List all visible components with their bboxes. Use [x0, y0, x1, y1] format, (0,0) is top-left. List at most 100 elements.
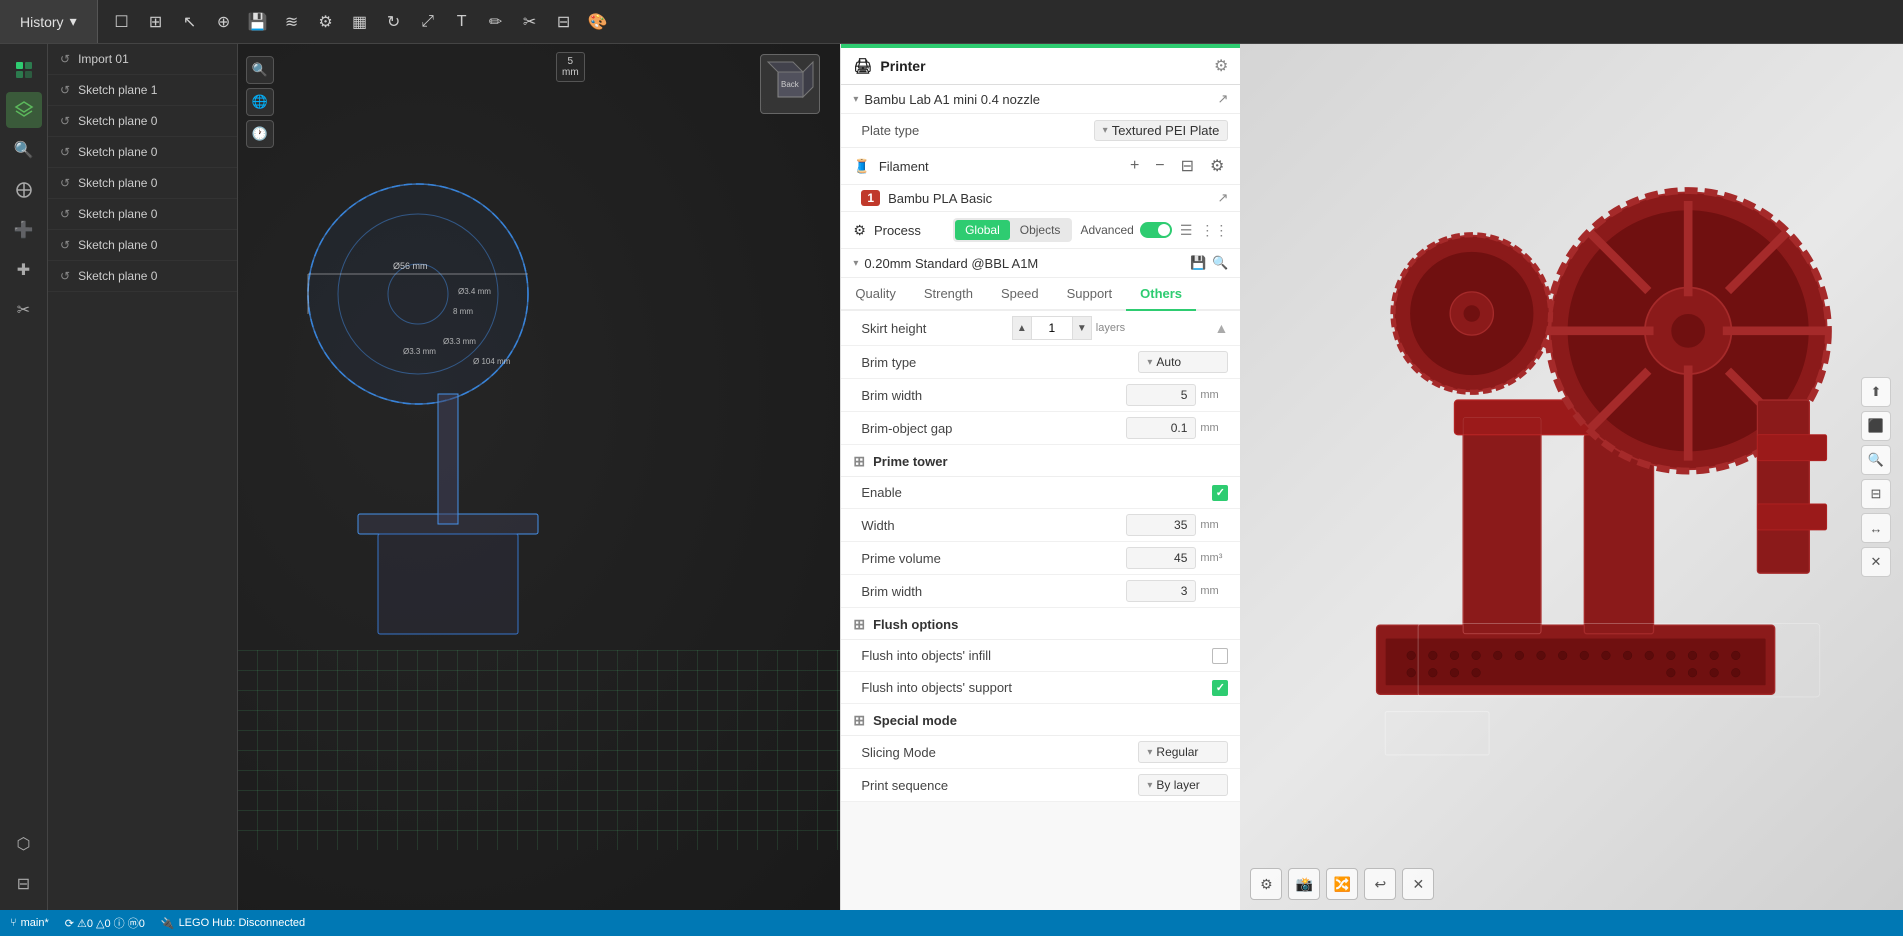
flush-support-checkbox[interactable] [1212, 680, 1228, 696]
prime-volume-input[interactable] [1126, 547, 1196, 569]
tab-objects[interactable]: Objects [1010, 220, 1071, 240]
history-tab[interactable]: History ▾ [0, 0, 98, 43]
advanced-toggle[interactable] [1140, 222, 1172, 238]
toolbar-icon-12[interactable]: ✏ [480, 6, 512, 38]
slicing-mode-dropdown[interactable]: ▾ Regular [1138, 741, 1228, 763]
history-item-2[interactable]: ↺ Sketch plane 0 [48, 106, 237, 137]
vp-ctrl-globe[interactable]: 🌐 [246, 88, 274, 116]
history-item-3[interactable]: ↺ Sketch plane 0 [48, 137, 237, 168]
tab-support[interactable]: Support [1053, 278, 1127, 311]
toolbar-icon-8[interactable]: ▦ [344, 6, 376, 38]
sidebar-icon-cut[interactable]: ✂ [6, 292, 42, 328]
history-item-6[interactable]: ↺ Sketch plane 0 [48, 230, 237, 261]
sidebar-icon-logo[interactable] [6, 52, 42, 88]
sidebar-icon-layers[interactable] [6, 92, 42, 128]
tab-strength[interactable]: Strength [910, 278, 987, 311]
vp-bottom-btn-1[interactable]: ⚙ [1250, 868, 1282, 900]
filament-actions: + − ⊟ ⚙ [1126, 154, 1228, 178]
viewport-controls-left: 🔍 🌐 🕐 [246, 56, 274, 148]
sidebar-icon-add[interactable]: ➕ [6, 212, 42, 248]
tab-others[interactable]: Others [1126, 278, 1196, 311]
skirt-height-down[interactable]: ▼ [1072, 316, 1092, 340]
vp-right-btn-2[interactable]: ⬛ [1861, 411, 1891, 441]
history-item-4[interactable]: ↺ Sketch plane 0 [48, 168, 237, 199]
plate-type-selector[interactable]: ▾ Textured PEI Plate [1094, 120, 1229, 141]
toolbar-icon-10[interactable]: ⤢ [412, 6, 444, 38]
prime-brim-width-input[interactable] [1126, 580, 1196, 602]
prime-brim-width-unit: mm [1200, 585, 1228, 597]
prime-volume-row: Prime volume mm³ [841, 542, 1240, 575]
tab-speed[interactable]: Speed [987, 278, 1053, 311]
prime-volume-unit: mm³ [1200, 552, 1228, 564]
vp-right-btn-1[interactable]: ⬆ [1861, 377, 1891, 407]
toolbar-icon-11[interactable]: T [446, 6, 478, 38]
flush-infill-row: Flush into objects' infill [841, 640, 1240, 672]
prime-tower-section: ⊞ Prime tower [841, 445, 1240, 477]
status-icons: ⟳ ⚠0 △0 ⓘ ⓜ0 [65, 915, 145, 931]
sidebar-icon-move[interactable]: ✚ [6, 252, 42, 288]
toolbar-icon-9[interactable]: ↻ [378, 6, 410, 38]
history-item-0[interactable]: ↺ Import 01 [48, 44, 237, 75]
printer-header: 🖨 Printer ⚙ [841, 48, 1240, 85]
brim-type-dropdown[interactable]: ▾ Auto [1138, 351, 1228, 373]
vp-bottom-btn-5[interactable]: ✕ [1402, 868, 1434, 900]
process-list-icon[interactable]: ☰ [1180, 222, 1193, 239]
flush-section-label: Flush options [873, 617, 958, 632]
enable-checkbox[interactable] [1212, 485, 1228, 501]
filament-copy-btn[interactable]: ⊟ [1177, 154, 1198, 178]
skirt-height-input[interactable] [1032, 316, 1072, 340]
status-branch: ⑂ main* [10, 917, 49, 929]
sidebar-icon-bottom2[interactable]: ⊟ [6, 866, 42, 902]
toolbar-icon-7[interactable]: ⚙ [310, 6, 342, 38]
brim-width-input[interactable] [1126, 384, 1196, 406]
skirt-collapse-btn[interactable]: ▲ [1215, 320, 1229, 336]
width-input[interactable] [1126, 514, 1196, 536]
vp-ctrl-search[interactable]: 🔍 [246, 56, 274, 84]
sidebar-icon-bottom1[interactable]: ⬡ [6, 826, 42, 862]
vp-right-btn-6[interactable]: ✕ [1861, 547, 1891, 577]
brim-object-gap-input[interactable] [1126, 417, 1196, 439]
filament-settings-btn[interactable]: ⚙ [1206, 154, 1228, 178]
toolbar-icon-6[interactable]: ≋ [276, 6, 308, 38]
printer-settings-icon[interactable]: ⚙ [1214, 56, 1228, 76]
toolbar-icon-13[interactable]: ✂ [514, 6, 546, 38]
filament-add-btn[interactable]: + [1126, 155, 1143, 177]
flush-infill-checkbox[interactable] [1212, 648, 1228, 664]
process-more-icon[interactable]: ⋮⋮ [1200, 222, 1228, 239]
print-seq-label: Print sequence [853, 778, 948, 793]
skirt-height-up[interactable]: ▲ [1012, 316, 1032, 340]
toolbar-icon-1[interactable]: ☐ [106, 6, 138, 38]
filament-remove-btn[interactable]: − [1151, 155, 1168, 177]
toolbar-icon-2[interactable]: ⊞ [140, 6, 172, 38]
printer-model-export-icon[interactable]: ↗ [1217, 91, 1228, 107]
tab-global[interactable]: Global [955, 220, 1010, 240]
history-item-5[interactable]: ↺ Sketch plane 0 [48, 199, 237, 230]
vp-right-btn-4[interactable]: ⊟ [1861, 479, 1891, 509]
vp-right-btn-3[interactable]: 🔍 [1861, 445, 1891, 475]
filament-export-icon[interactable]: ↗ [1217, 190, 1228, 206]
profile-save-icon[interactable]: 💾 [1190, 255, 1206, 271]
profile-search-icon[interactable]: 🔍 [1212, 255, 1228, 271]
vp-bottom-btn-4[interactable]: ↩ [1364, 868, 1396, 900]
vp-right-btn-5[interactable]: ↔ [1861, 513, 1891, 543]
toolbar-icon-5[interactable]: 💾 [242, 6, 274, 38]
sidebar-icon-transform[interactable] [6, 172, 42, 208]
history-item-1[interactable]: ↺ Sketch plane 1 [48, 75, 237, 106]
viewport-left[interactable]: Ø56 mm Ø3.4 mm 8 mm Ø3.3 mm Ø3.3 mm Ø 10… [238, 44, 840, 910]
tab-quality[interactable]: Quality [841, 278, 909, 311]
prime-brim-width-label: Brim width [853, 584, 922, 599]
toolbar-icon-14[interactable]: ⊟ [548, 6, 580, 38]
nav-cube[interactable]: Back [760, 54, 820, 114]
vp-ctrl-history[interactable]: 🕐 [246, 120, 274, 148]
vp-bottom-btn-3[interactable]: 🔀 [1326, 868, 1358, 900]
print-seq-dropdown[interactable]: ▾ By layer [1138, 774, 1228, 796]
vp-bottom-btn-2[interactable]: 📸 [1288, 868, 1320, 900]
toolbar-icon-4[interactable]: ⊕ [208, 6, 240, 38]
brim-width-label: Brim width [853, 388, 922, 403]
sidebar-icon-search[interactable]: 🔍 [6, 132, 42, 168]
history-item-7[interactable]: ↺ Sketch plane 0 [48, 261, 237, 292]
toolbar-icon-15[interactable]: 🎨 [582, 6, 614, 38]
viewport-right[interactable]: ⬆ ⬛ 🔍 ⊟ ↔ ✕ ⚙ 📸 🔀 ↩ ✕ [1240, 44, 1903, 910]
toolbar-icons: ☐ ⊞ ↖ ⊕ 💾 ≋ ⚙ ▦ ↻ ⤢ T ✏ ✂ ⊟ 🎨 [98, 6, 1903, 38]
toolbar-icon-3[interactable]: ↖ [174, 6, 206, 38]
